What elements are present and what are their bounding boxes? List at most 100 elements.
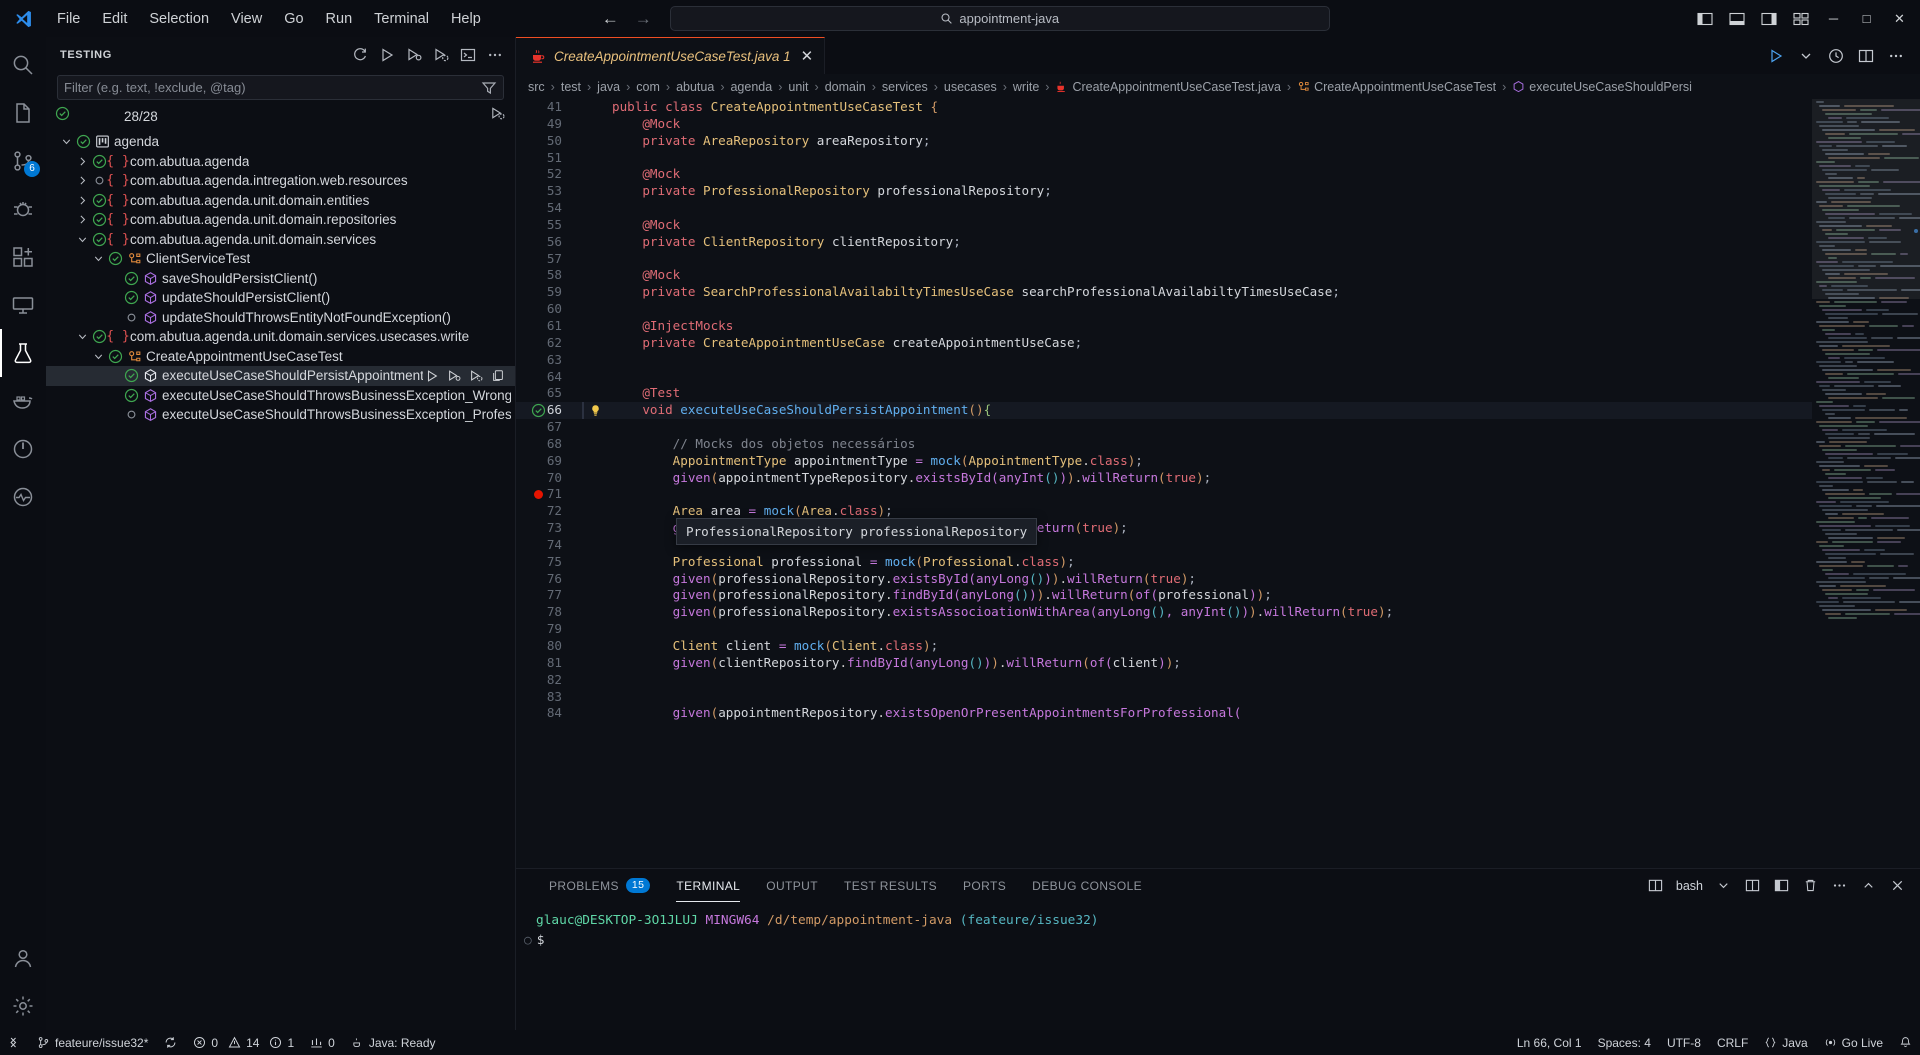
test-tree-row[interactable]: ClientServiceTest — [46, 249, 515, 269]
window-close-button[interactable]: ✕ — [1883, 2, 1916, 35]
code-line[interactable]: 58 @Mock — [516, 267, 1812, 284]
code-line[interactable]: 49 @Mock — [516, 116, 1812, 133]
activity-explorer[interactable] — [0, 89, 46, 137]
toggle-panel-icon[interactable] — [1721, 4, 1753, 34]
breadcrumb-item[interactable]: unit — [788, 80, 808, 94]
tab-test-results[interactable]: TEST RESULTS — [831, 869, 950, 902]
breadcrumb-item[interactable]: java — [597, 80, 620, 94]
tab-output[interactable]: OUTPUT — [753, 869, 831, 902]
breadcrumb-item[interactable]: executeUseCaseShouldPersi — [1512, 80, 1692, 94]
test-tree-row[interactable]: { } com.abutua.agenda.unit.domain.reposit… — [46, 210, 515, 230]
menu-selection[interactable]: Selection — [138, 7, 220, 31]
split-terminal-icon[interactable] — [1739, 873, 1765, 899]
status-branch[interactable]: feateure/issue32* — [29, 1030, 156, 1055]
run-test-icon[interactable] — [423, 367, 441, 385]
activity-settings[interactable] — [0, 982, 46, 1030]
test-tree-row[interactable]: updateShouldThrowsEntityNotFoundExceptio… — [46, 308, 515, 328]
breadcrumb-item[interactable]: services — [882, 80, 928, 94]
breadcrumb-item[interactable]: src — [528, 80, 545, 94]
chevron-right-icon[interactable] — [74, 192, 90, 208]
menu-go[interactable]: Go — [273, 7, 314, 31]
code-line[interactable]: 80 Client client = mock(Client.class); — [516, 638, 1812, 655]
go-back-icon[interactable]: ← — [602, 10, 619, 27]
activity-search[interactable] — [0, 41, 46, 89]
tab-ports[interactable]: PORTS — [950, 869, 1019, 902]
more-icon[interactable] — [489, 367, 507, 385]
activity-accounts[interactable] — [0, 934, 46, 982]
customize-layout-icon[interactable] — [1785, 4, 1817, 34]
close-panel-icon[interactable] — [1884, 873, 1910, 899]
chevron-down-icon[interactable] — [74, 231, 90, 247]
status-java[interactable]: Java: Ready — [343, 1030, 444, 1055]
code-line[interactable]: 78 given(professionalRepository.existsAs… — [516, 604, 1812, 621]
menu-help[interactable]: Help — [440, 7, 492, 31]
breadcrumb-item[interactable]: usecases — [944, 80, 997, 94]
code-line[interactable]: 41 public class CreateAppointmentUseCaseT… — [516, 99, 1812, 116]
test-tree-row[interactable]: executeUseCaseShouldThrowsBusinessExcept… — [46, 386, 515, 406]
chevron-right-icon[interactable] — [74, 212, 90, 228]
code-line[interactable]: 54 — [516, 200, 1812, 217]
status-language-mode[interactable]: Java — [1756, 1030, 1815, 1055]
chevron-down-icon[interactable] — [90, 251, 106, 267]
chevron-down-icon[interactable] — [1710, 873, 1736, 899]
code-line[interactable]: 52 @Mock — [516, 166, 1812, 183]
timeline-icon[interactable] — [1822, 42, 1850, 70]
breadcrumb-item[interactable]: agenda — [730, 80, 772, 94]
breadcrumb-item[interactable]: CreateAppointmentUseCaseTest.java — [1055, 80, 1281, 94]
menu-view[interactable]: View — [220, 7, 273, 31]
status-problems[interactable]: 0 14 1 — [185, 1030, 302, 1055]
terminal-layout-icon[interactable] — [1768, 873, 1794, 899]
chevron-down-icon[interactable] — [58, 134, 74, 150]
code-line[interactable]: 79 — [516, 621, 1812, 638]
status-go-live[interactable]: Go Live — [1816, 1030, 1891, 1055]
run-tests-with-coverage-icon[interactable] — [429, 43, 453, 67]
activity-testing[interactable] — [0, 329, 46, 377]
activity-docker[interactable] — [0, 377, 46, 425]
status-notifications[interactable] — [1891, 1030, 1920, 1055]
toggle-primary-sidebar-icon[interactable] — [1689, 4, 1721, 34]
breadcrumb-item[interactable]: domain — [825, 80, 866, 94]
terminal-input-line[interactable]: ○ $ — [524, 930, 1920, 950]
more-actions-icon[interactable] — [483, 43, 507, 67]
clear-terminal-icon[interactable] — [1797, 873, 1823, 899]
test-tree-row[interactable]: { } com.abutua.agenda.intregation.web.res… — [46, 171, 515, 191]
activity-remote-explorer[interactable] — [0, 281, 46, 329]
breakpoint-icon[interactable] — [530, 490, 546, 500]
chevron-right-icon[interactable] — [74, 153, 90, 169]
command-center-search[interactable]: appointment-java — [669, 6, 1330, 31]
tab-terminal[interactable]: TERMINAL — [663, 869, 753, 902]
breadcrumb-item[interactable]: CreateAppointmentUseCaseTest — [1297, 80, 1496, 94]
activity-health[interactable] — [0, 473, 46, 521]
code-line[interactable]: 55 @Mock — [516, 217, 1812, 234]
code-line[interactable]: 81 given(clientRepository.findById(anyLo… — [516, 655, 1812, 672]
test-tree-row[interactable]: { } com.abutua.agenda.unit.domain.service… — [46, 230, 515, 250]
breadcrumb-item[interactable]: abutua — [676, 80, 714, 94]
split-editor-icon[interactable] — [1852, 42, 1880, 70]
breadcrumb-item[interactable]: write — [1013, 80, 1039, 94]
terminal-shell-selector[interactable]: bash — [1672, 873, 1707, 899]
minimap[interactable] — [1812, 99, 1920, 868]
breadcrumb-item[interactable]: com — [636, 80, 660, 94]
menu-edit[interactable]: Edit — [91, 7, 138, 31]
more-actions-icon[interactable] — [1882, 42, 1910, 70]
test-tree-row[interactable]: { } com.abutua.agenda.unit.domain.service… — [46, 327, 515, 347]
code-line[interactable]: 62 private CreateAppointmentUseCase crea… — [516, 335, 1812, 352]
minimap-slider[interactable] — [1812, 99, 1920, 299]
code-line[interactable]: 51 — [516, 150, 1812, 167]
test-tree-row[interactable]: { } com.abutua.agenda.unit.domain.entitie… — [46, 191, 515, 211]
breadcrumb-item[interactable]: test — [561, 80, 581, 94]
filter-input[interactable] — [64, 80, 481, 95]
test-filter-box[interactable] — [57, 75, 504, 100]
status-indentation[interactable]: Spaces: 4 — [1590, 1030, 1659, 1055]
show-output-icon[interactable] — [456, 43, 480, 67]
window-maximize-button[interactable]: □ — [1850, 2, 1883, 35]
status-sync[interactable] — [156, 1030, 185, 1055]
code-line[interactable]: 67 — [516, 419, 1812, 436]
code-line[interactable]: 71 — [516, 486, 1812, 503]
test-tree-row[interactable]: CreateAppointmentUseCaseTest — [46, 347, 515, 367]
debug-test-icon[interactable] — [445, 367, 463, 385]
test-tree-row[interactable]: executeUseCaseShouldPersistAppointment() — [46, 366, 515, 386]
code-lines[interactable]: 41 public class CreateAppointmentUseCaseT… — [516, 99, 1812, 868]
menu-run[interactable]: Run — [315, 7, 364, 31]
run-icon[interactable] — [1762, 42, 1790, 70]
